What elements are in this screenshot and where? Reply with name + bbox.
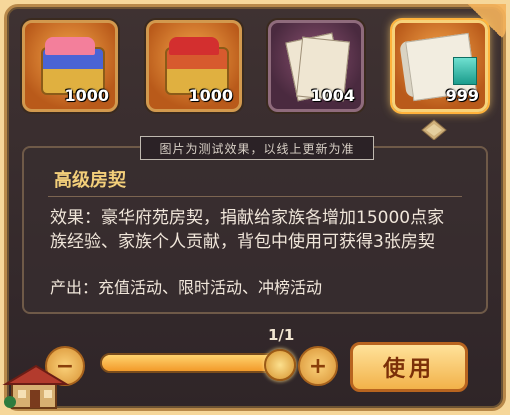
house-icon (2, 364, 70, 409)
item-quantity: 1000 (64, 86, 109, 105)
item-origin-text: 产出：充值活动、限时活动、冲榜活动 (50, 278, 323, 297)
item-slot-4[interactable]: 999 (392, 20, 488, 112)
item-quantity: 999 (445, 86, 479, 105)
item-slot-1[interactable]: 1000 (22, 20, 118, 112)
item-slot-3[interactable]: 1004 (268, 20, 364, 112)
use-controls: 1/1 − + 使用 (0, 318, 510, 408)
item-title: 高级房契 (54, 170, 126, 191)
divider (48, 196, 462, 197)
item-quantity: 1000 (188, 86, 233, 105)
gift-top-icon (45, 37, 95, 55)
coral-ornament-icon (169, 37, 219, 55)
jade-seal-icon (453, 57, 477, 85)
quantity-counter: 1/1 (268, 326, 295, 344)
item-description-box: 高级房契 效果：豪华府苑房契，捐献给家族各增加15000点家族经验、家族个人贡献… (22, 146, 488, 314)
item-slots: 1000 1000 1004 999 (22, 14, 488, 118)
increase-button[interactable]: + (298, 346, 338, 386)
item-effect-text: 效果：豪华府苑房契，捐献给家族各增加15000点家族经验、家族个人贡献，背包中使… (50, 208, 445, 252)
plus-icon: + (308, 353, 328, 379)
item-quantity: 1004 (310, 86, 355, 105)
item-slot-2[interactable]: 1000 (146, 20, 242, 112)
test-effect-caption: 图片为测试效果，以线上更新为准 (140, 136, 374, 160)
selected-indicator-ornament-icon (421, 119, 447, 140)
use-button[interactable]: 使用 (350, 342, 468, 392)
slider-thumb[interactable] (264, 349, 296, 381)
